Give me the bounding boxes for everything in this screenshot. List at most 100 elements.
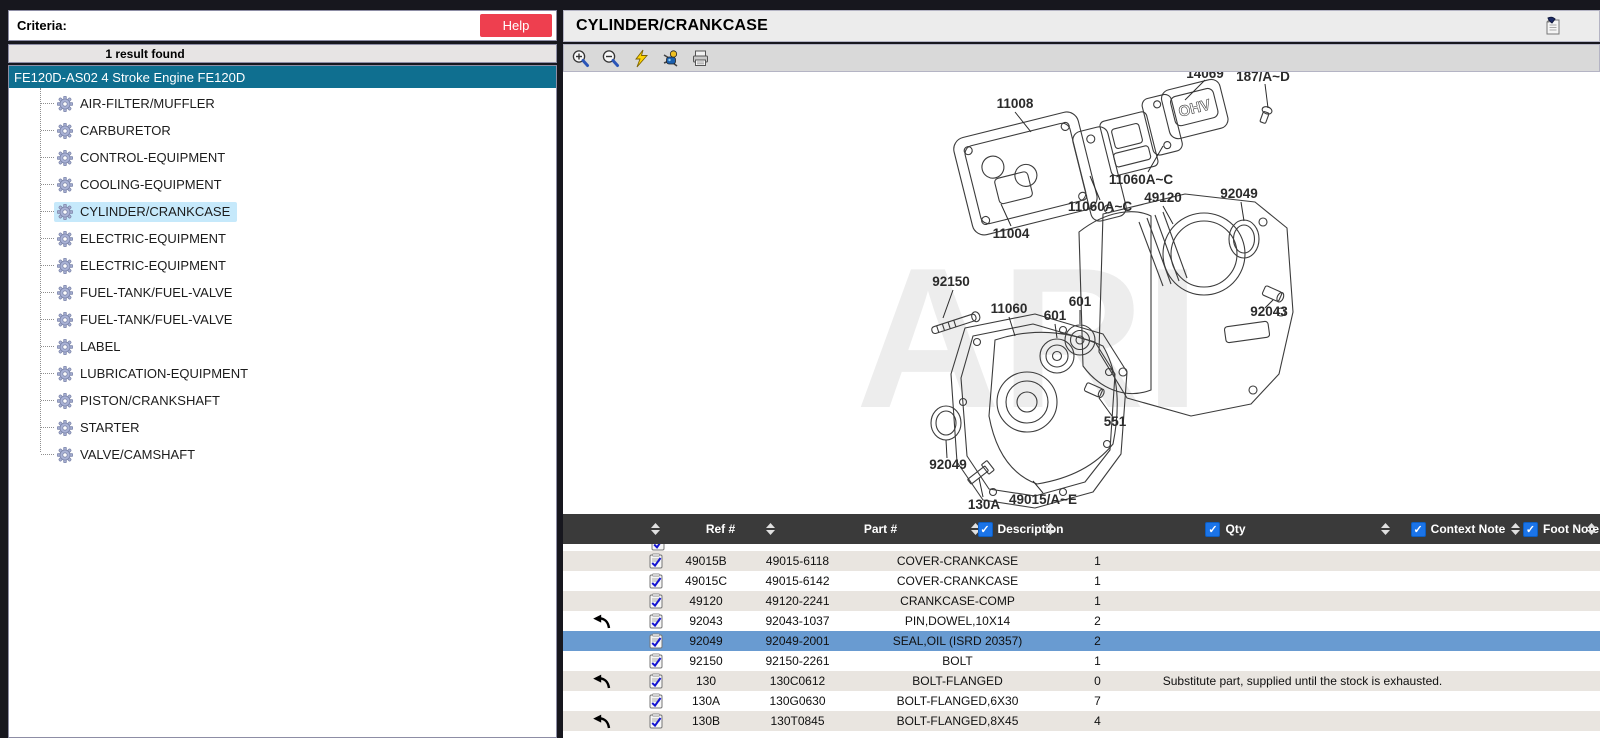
note-icon[interactable] <box>649 653 663 669</box>
note-icon[interactable] <box>649 573 663 589</box>
note-icon <box>651 544 665 551</box>
tree-root-model[interactable]: FE120D-AS02 4 Stroke Engine FE120D <box>9 66 556 88</box>
sort-arrows-icon[interactable] <box>651 523 660 535</box>
table-column-header[interactable]: Description <box>983 514 1058 544</box>
diagram-callout[interactable]: 11004 <box>993 226 1030 241</box>
diagram-callout[interactable]: 92043 <box>1250 304 1288 319</box>
substitute-arrow-icon <box>592 674 611 689</box>
note-icon[interactable] <box>649 633 663 649</box>
tree-branch-line <box>41 373 54 374</box>
diagram-callout[interactable]: 92049 <box>1220 186 1258 201</box>
tree-item-label: LUBRICATION-EQUIPMENT <box>80 366 248 381</box>
print-button[interactable] <box>690 48 711 69</box>
lightning-quick-view-button[interactable] <box>630 48 651 69</box>
tree-item[interactable]: STARTER <box>9 414 556 441</box>
column-label: Part # <box>864 522 897 536</box>
column-visibility-checkbox[interactable] <box>978 522 993 537</box>
tree-item[interactable]: CARBURETOR <box>9 117 556 144</box>
tree-item[interactable]: CONTROL-EQUIPMENT <box>9 144 556 171</box>
qty-cell: 1 <box>1060 654 1135 668</box>
table-row[interactable]: 130 130C0612 BOLT-FLANGED 0 Substitute p… <box>563 671 1600 691</box>
diagram-callout[interactable]: 11060 <box>991 301 1028 316</box>
column-visibility-checkbox[interactable] <box>1205 522 1220 537</box>
note-icon[interactable] <box>649 713 663 729</box>
table-column-header[interactable]: Ref # <box>663 514 778 544</box>
sort-arrows-icon[interactable] <box>766 523 775 535</box>
zoom-out-button[interactable] <box>600 48 621 69</box>
table-row[interactable]: 49015B 49015-6118 COVER-CRANKCASE 1 <box>563 551 1600 571</box>
gear-icon <box>57 285 73 301</box>
diagram-callout[interactable]: 11060A~C <box>1068 199 1132 214</box>
diagram-callout[interactable]: 11060A~C <box>1109 172 1173 187</box>
diagram-callout[interactable]: 49120 <box>1144 190 1182 205</box>
note-icon[interactable] <box>649 553 663 569</box>
tree-item[interactable]: FUEL-TANK/FUEL-VALVE <box>9 279 556 306</box>
column-visibility-checkbox[interactable] <box>1523 522 1538 537</box>
diagram-callout[interactable]: 187/A~D <box>1236 72 1290 84</box>
table-column-header[interactable] <box>563 514 595 544</box>
table-column-header[interactable]: Context Note <box>1393 514 1523 544</box>
table-row[interactable]: 130B 130T0845 BOLT-FLANGED,8X45 4 <box>563 711 1600 731</box>
table-column-header[interactable] <box>595 514 663 544</box>
note-icon[interactable] <box>649 673 663 689</box>
diagram-callout[interactable]: 130A <box>968 497 1001 512</box>
diagram-callout[interactable]: 14069 <box>1186 72 1224 81</box>
gear-icon <box>57 393 73 409</box>
table-row[interactable]: 130A 130G0630 BOLT-FLANGED,6X30 7 <box>563 691 1600 711</box>
column-visibility-checkbox[interactable] <box>1411 522 1426 537</box>
table-row[interactable]: 92150 92150-2261 BOLT 1 <box>563 651 1600 671</box>
tree-item[interactable]: ELECTRIC-EQUIPMENT <box>9 252 556 279</box>
table-column-header[interactable]: Qty <box>1058 514 1393 544</box>
sort-arrows-icon[interactable] <box>1511 523 1520 535</box>
sort-arrows-icon[interactable] <box>1587 523 1596 535</box>
tree-branch-line <box>41 427 54 428</box>
zoom-in-button[interactable] <box>570 48 591 69</box>
part-number-cell: 92043-1037 <box>740 614 855 628</box>
diagram-toolbar <box>563 44 1600 72</box>
table-row[interactable]: 49015C 49015-6142 COVER-CRANKCASE 1 <box>563 571 1600 591</box>
diagram-callout[interactable]: 49015/A~E <box>1009 492 1077 507</box>
tree-item-label: ELECTRIC-EQUIPMENT <box>80 258 226 273</box>
catalog-page-icon[interactable] <box>1543 15 1563 37</box>
tree-item[interactable]: LUBRICATION-EQUIPMENT <box>9 360 556 387</box>
tree-item[interactable]: AIR-FILTER/MUFFLER <box>9 90 556 117</box>
tree-item[interactable]: LABEL <box>9 333 556 360</box>
note-icon[interactable] <box>649 693 663 709</box>
tree-item[interactable]: COOLING-EQUIPMENT <box>9 171 556 198</box>
table-row[interactable]: 49120 49120-2241 CRANKCASE-COMP 1 <box>563 591 1600 611</box>
tree-branch-line <box>41 346 54 347</box>
tree-item[interactable]: CYLINDER/CRANKCASE <box>9 198 556 225</box>
tree-item[interactable]: PISTON/CRANKSHAFT <box>9 387 556 414</box>
table-row[interactable]: 92049 92049-2001 SEAL,OIL (ISRD 20357) 2 <box>563 631 1600 651</box>
diagram-callout[interactable]: 601 <box>1069 294 1092 309</box>
table-row[interactable]: 92043 92043-1037 PIN,DOWEL,10X14 2 <box>563 611 1600 631</box>
note-icon[interactable] <box>649 593 663 609</box>
part-number-cell: 130T0845 <box>740 714 855 728</box>
tree-item[interactable]: FUEL-TANK/FUEL-VALVE <box>9 306 556 333</box>
sort-arrows-icon[interactable] <box>1381 523 1390 535</box>
tree-item[interactable]: ELECTRIC-EQUIPMENT <box>9 225 556 252</box>
tree-item[interactable]: VALVE/CAMSHAFT <box>9 441 556 468</box>
sort-arrows-icon[interactable] <box>1046 523 1055 535</box>
diagram-callout[interactable]: 92049 <box>929 457 967 472</box>
gear-icon <box>57 177 73 193</box>
watermark-text: ARI <box>856 227 1200 450</box>
description-cell: BOLT-FLANGED <box>855 674 1060 688</box>
tree-branch-line <box>41 184 54 185</box>
help-button[interactable]: Help <box>480 14 552 37</box>
diagram-callout[interactable]: 601 <box>1044 308 1067 323</box>
exploded-parts-diagram[interactable]: ARI <box>563 72 1600 514</box>
diagram-callout[interactable]: 551 <box>1104 414 1127 429</box>
diagram-callout[interactable]: 11008 <box>997 96 1034 111</box>
tree-item-label: CONTROL-EQUIPMENT <box>80 150 225 165</box>
table-column-header[interactable]: Foot Note <box>1523 514 1599 544</box>
hotspot-tool-button[interactable] <box>660 48 681 69</box>
part-number-cell: 49015-6118 <box>740 554 855 568</box>
table-column-header[interactable]: Part # <box>778 514 983 544</box>
qty-cell: 2 <box>1060 614 1135 628</box>
substitute-arrow-icon <box>592 714 611 729</box>
qty-cell: 4 <box>1060 714 1135 728</box>
part-number-cell: 92150-2261 <box>740 654 855 668</box>
diagram-callout[interactable]: 92150 <box>932 274 970 289</box>
note-icon[interactable] <box>649 613 663 629</box>
